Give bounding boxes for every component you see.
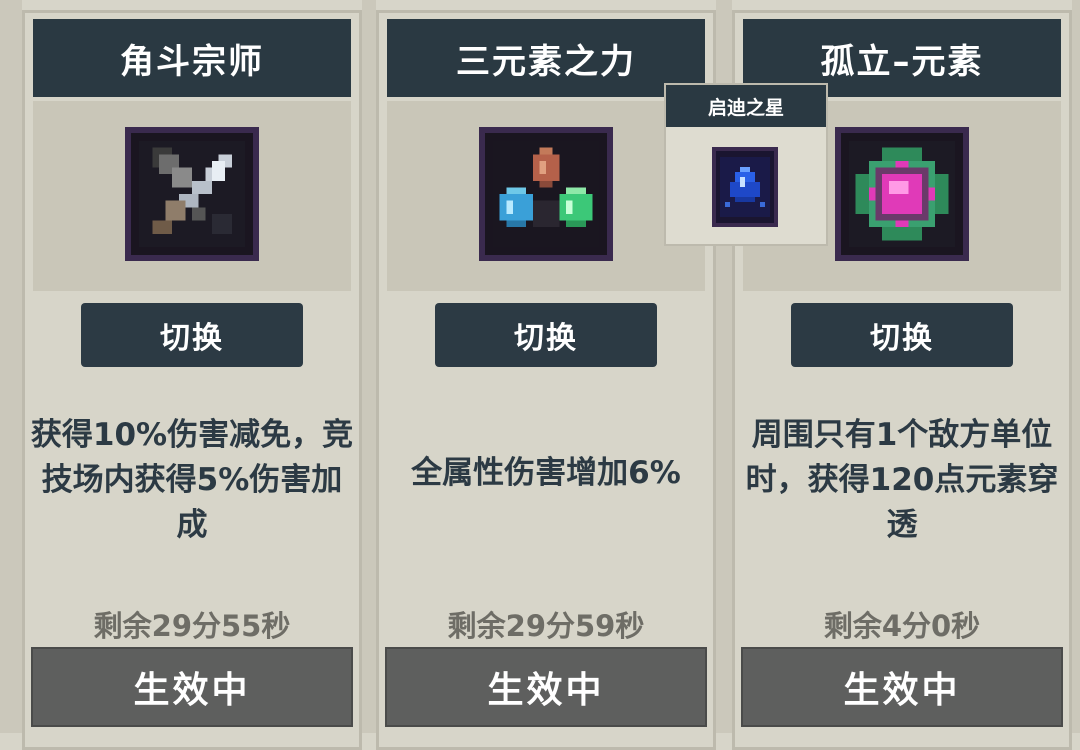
three-crystals-icon [479,127,613,261]
remaining-time: 剩余29分55秒 [93,609,291,643]
item-tooltip: 启迪之星 [664,83,828,246]
status-button[interactable]: 生效中 [385,647,707,727]
remaining-time: 剩余4分0秒 [823,609,981,643]
icon-area [387,101,705,291]
switch-button[interactable]: 切换 [81,303,303,367]
sword-icon [125,127,259,261]
switch-button[interactable]: 切换 [791,303,1013,367]
icon-area [33,101,351,291]
buff-card-gladiator: 角斗宗师 切换 获得10%伤害减免，竞技场内获得5%伤害加成 剩余29分55秒 … [22,10,362,750]
tooltip-title: 启迪之星 [666,85,826,127]
card-title: 三元素之力 [387,19,705,97]
element-orb-icon [835,127,969,261]
remaining-time: 剩余29分59秒 [447,609,645,643]
switch-button[interactable]: 切换 [435,303,657,367]
background-edge [1072,0,1080,733]
buff-description: 周围只有1个敌方单位时，获得120点元素穿透 [745,417,1059,543]
buff-description: 获得10%伤害减免，竞技场内获得5%伤害加成 [30,417,354,543]
card-title: 角斗宗师 [33,19,351,97]
status-button[interactable]: 生效中 [741,647,1063,727]
buff-description: 全属性伤害增加6% [411,455,681,491]
status-button[interactable]: 生效中 [31,647,353,727]
background-gap [362,0,376,733]
blue-star-crystal-icon [712,147,778,227]
background-edge [0,0,22,733]
